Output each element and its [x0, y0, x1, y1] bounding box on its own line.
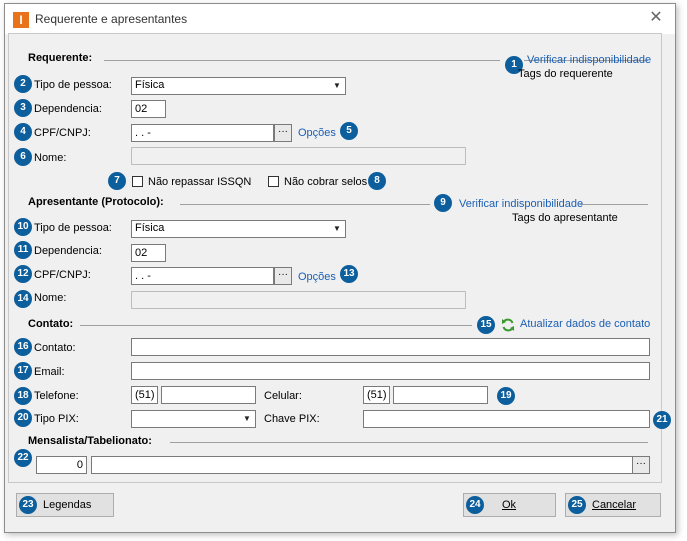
- close-icon[interactable]: ✕: [645, 8, 667, 28]
- nao-repassar-issqn-label: Não repassar ISSQN: [148, 176, 252, 188]
- badge-22: 22: [14, 449, 32, 467]
- apresentante-tipo-pessoa-select[interactable]: Física ▼: [131, 220, 346, 238]
- badge-13: 13: [340, 265, 358, 283]
- badge-11: 11: [14, 241, 32, 259]
- tipo-pix-label: Tipo PIX:: [34, 413, 79, 425]
- apresentante-section-title: Apresentante (Protocolo):: [28, 196, 164, 208]
- badge-19: 19: [497, 387, 515, 405]
- apresentante-tags-text: Tags do apresentante: [512, 212, 618, 224]
- requerente-tipo-pessoa-label: Tipo de pessoa:: [34, 79, 112, 91]
- chevron-down-icon[interactable]: ▼: [239, 411, 255, 427]
- requerente-nome-input[interactable]: [131, 147, 466, 165]
- divider: [180, 204, 430, 205]
- badge-3: 3: [14, 99, 32, 117]
- badge-10: 10: [14, 218, 32, 236]
- badge-23: 23: [19, 496, 37, 514]
- apresentante-nome-input[interactable]: [131, 291, 466, 309]
- mensalista-code-input[interactable]: 0: [36, 456, 87, 474]
- celular-ddd-input[interactable]: (51): [363, 386, 390, 404]
- nao-cobrar-selos-checkbox[interactable]: [268, 176, 279, 187]
- nao-cobrar-selos-label: Não cobrar selos: [284, 176, 368, 188]
- apresentante-tipo-pessoa-label: Tipo de pessoa:: [34, 222, 112, 234]
- email-input[interactable]: [131, 362, 650, 380]
- telefone-ddd-input[interactable]: (51): [131, 386, 158, 404]
- chevron-down-icon[interactable]: ▼: [329, 78, 345, 94]
- requerente-opcoes-link[interactable]: Opções: [298, 127, 336, 139]
- apresentante-cpf-input[interactable]: . . -: [131, 267, 274, 285]
- apresentante-dependencia-input[interactable]: 02: [131, 244, 166, 262]
- apresentante-verificar-link[interactable]: Verificar indisponibilidade: [459, 198, 583, 210]
- badge-12: 12: [14, 265, 32, 283]
- tipo-pix-select[interactable]: ▼: [131, 410, 256, 428]
- legendas-button-label: Legendas: [43, 499, 92, 511]
- contato-section-title: Contato:: [28, 318, 74, 330]
- badge-25: 25: [568, 496, 586, 514]
- divider: [170, 442, 648, 443]
- badge-24: 24: [466, 496, 484, 514]
- telefone-label: Telefone:: [34, 390, 79, 402]
- cancelar-button-label: Cancelar: [592, 499, 637, 511]
- requerente-cpf-input[interactable]: . . -: [131, 124, 274, 142]
- email-label: Email:: [34, 366, 65, 378]
- badge-2: 2: [14, 75, 32, 93]
- refresh-icon[interactable]: [501, 318, 515, 332]
- requerente-dependencia-input[interactable]: 02: [131, 100, 166, 118]
- requerente-verificar-link[interactable]: Verificar indisponibilidade: [527, 54, 651, 66]
- apresentante-nome-label: Nome:: [34, 292, 67, 304]
- apresentante-cpf-label: CPF/CNPJ:: [34, 269, 91, 281]
- badge-21: 21: [653, 411, 671, 429]
- contato-input[interactable]: [131, 338, 650, 356]
- ok-button-label: Ok: [502, 499, 517, 511]
- badge-7: 7: [108, 172, 126, 190]
- celular-input[interactable]: [393, 386, 488, 404]
- mensalista-section-title: Mensalista/Tabelionato:: [28, 435, 152, 447]
- celular-label: Celular:: [264, 390, 302, 402]
- requerente-dependencia-label: Dependencia:: [34, 103, 102, 115]
- apresentante-opcoes-link[interactable]: Opções: [298, 271, 336, 283]
- badge-8: 8: [368, 172, 386, 190]
- badge-20: 20: [14, 409, 32, 427]
- badge-16: 16: [14, 338, 32, 356]
- badge-15: 15: [477, 316, 495, 334]
- legendas-button[interactable]: 23 Legendas: [16, 493, 114, 517]
- requerente-nome-label: Nome:: [34, 152, 67, 164]
- nao-repassar-issqn-checkbox[interactable]: [132, 176, 143, 187]
- chave-pix-input[interactable]: [363, 410, 650, 428]
- apresentante-dependencia-label: Dependencia:: [34, 245, 102, 257]
- window-title: Requerente e apresentantes: [35, 12, 188, 26]
- badge-9: 9: [434, 194, 452, 212]
- divider: [104, 60, 500, 61]
- apresentante-cpf-lookup-button[interactable]: ···: [274, 267, 292, 285]
- badge-6: 6: [14, 148, 32, 166]
- badge-17: 17: [14, 362, 32, 380]
- chevron-down-icon[interactable]: ▼: [329, 221, 345, 237]
- badge-4: 4: [14, 123, 32, 141]
- badge-14: 14: [14, 290, 32, 308]
- requerente-section-title: Requerente:: [28, 52, 93, 64]
- chave-pix-label: Chave PIX:: [264, 413, 320, 425]
- telefone-input[interactable]: [161, 386, 256, 404]
- badge-18: 18: [14, 387, 32, 405]
- ok-button[interactable]: 24 Ok: [463, 493, 556, 517]
- atualizar-contato-link[interactable]: Atualizar dados de contato: [520, 318, 650, 330]
- divider: [80, 325, 472, 326]
- requerente-tags-text: Tags do requerente: [518, 68, 613, 80]
- cancelar-button[interactable]: 25 Cancelar: [565, 493, 661, 517]
- select-value: Física: [135, 222, 165, 234]
- divider: [580, 204, 648, 205]
- requerente-cpf-lookup-button[interactable]: ···: [274, 124, 292, 142]
- contato-label: Contato:: [34, 342, 76, 354]
- select-value: Física: [135, 79, 165, 91]
- mensalista-name-input[interactable]: [91, 456, 633, 474]
- mensalista-lookup-button[interactable]: ···: [632, 456, 650, 474]
- app-icon: I: [13, 12, 29, 28]
- requerente-cpf-label: CPF/CNPJ:: [34, 127, 91, 139]
- badge-5: 5: [340, 122, 358, 140]
- title-bar: I Requerente e apresentantes ✕: [5, 4, 675, 34]
- requerente-tipo-pessoa-select[interactable]: Física ▼: [131, 77, 346, 95]
